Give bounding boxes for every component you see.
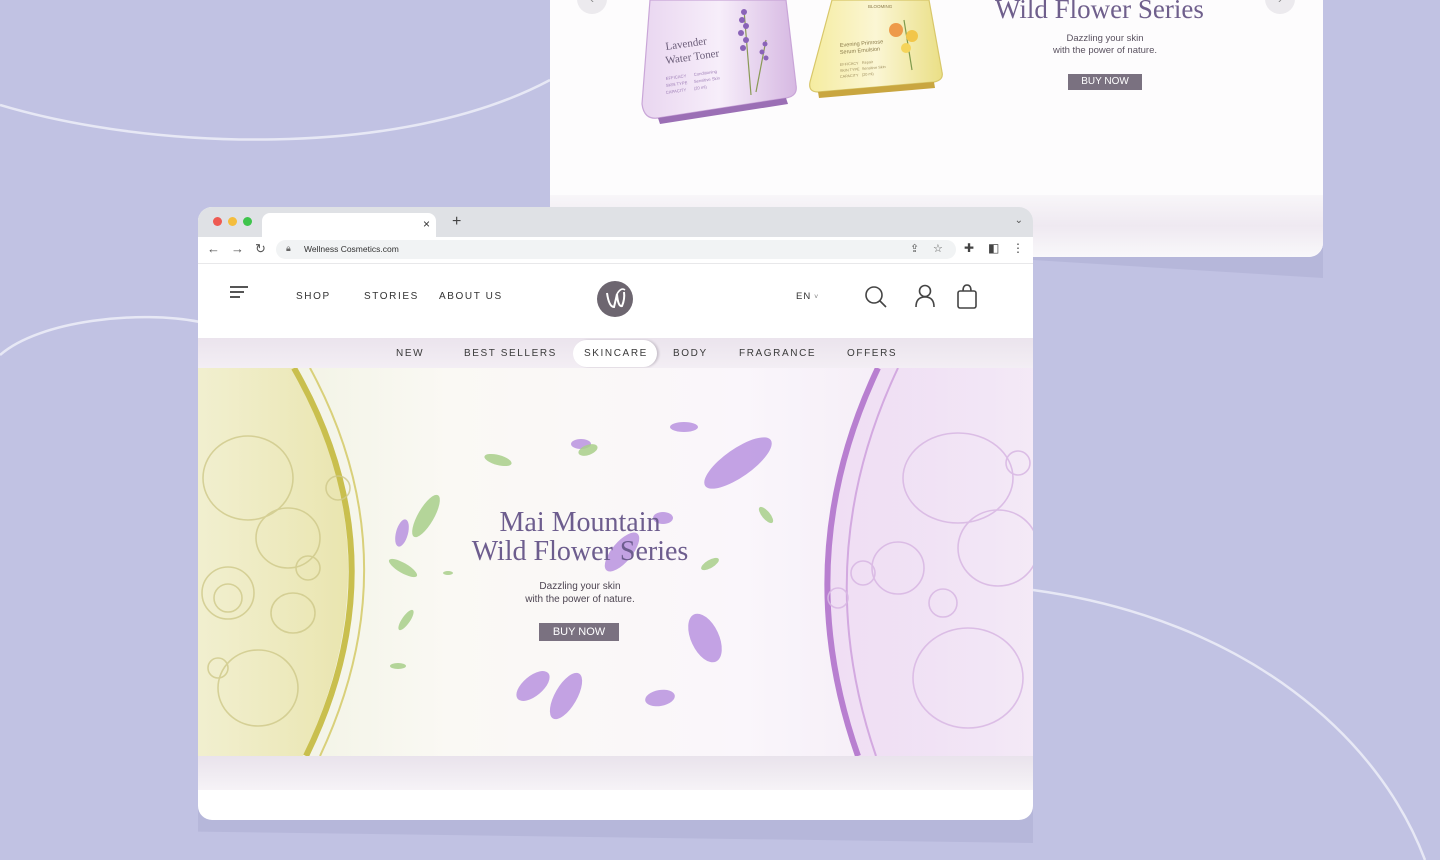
account-user-icon[interactable] [914,284,936,308]
category-new[interactable]: NEW [396,348,424,359]
share-icon[interactable]: ⇪ [910,242,919,255]
category-best-sellers[interactable]: BEST SELLERS [464,348,557,359]
language-label: EN [796,291,812,302]
hamburger-menu-icon[interactable] [230,286,248,300]
tab-bar: × + ⌄ [198,207,1033,237]
back-arrow-icon[interactable]: ← [207,241,220,256]
back-subtitle-line2: with the power of nature. [1052,45,1158,56]
hero-title-line2: Wild Flower Series [471,536,689,567]
hero-subtitle-line1: Dazzling your skin [539,581,621,592]
browser-window: × + ⌄ ← → ↻ 🔒︎ Wellness Cosmetics.com ⇪ … [198,207,1033,820]
url-text: Wellness Cosmetics.com [304,244,399,254]
brand-logo-icon[interactable] [597,281,633,317]
primrose-bottle-image: BLOOMING Evening Primrose Serum Emulsion… [809,0,943,98]
nav-shop-link[interactable]: SHOP [296,291,331,302]
close-window-dot[interactable] [213,217,222,226]
shopping-bag-icon[interactable] [956,284,978,310]
tab-search-chevron-icon[interactable]: ⌄ [1015,215,1023,226]
hero-title-line1: Mai Mountain [499,507,661,538]
address-bar: ← → ↻ 🔒︎ Wellness Cosmetics.com ⇪ ☆ ✚ ◧ … [198,237,1033,264]
category-bar: NEW BEST SELLERS SKINCARE BODY FRAGRANCE… [198,338,1033,368]
hero-floor [198,756,1033,790]
search-icon[interactable] [864,285,888,309]
hero-buy-now-button[interactable]: BUY NOW [539,623,619,641]
lock-icon: 🔒︎ [286,243,291,253]
product2-brand: BLOOMING [868,4,893,9]
back-buy-now-button[interactable]: BUY NOW [1068,74,1142,90]
lavender-bottle-image: Lavender Water Toner EFFICACY SKIN TYPE … [641,0,797,124]
nav-about-link[interactable]: ABOUT US [439,291,503,302]
hero-banner: Mai Mountain Wild Flower Series Dazzling… [198,368,1033,756]
browser-tab[interactable]: × [262,213,436,237]
bookmark-star-icon[interactable]: ☆ [933,242,943,255]
category-skincare[interactable]: SKINCARE [584,348,648,359]
hero-subtitle: Dazzling your skin with the power of nat… [500,580,660,606]
site-header: SHOP STORIES ABOUT US EN ˅ [198,264,1033,338]
side-panel-icon[interactable]: ◧ [988,241,999,255]
nav-stories-link[interactable]: STORIES [364,291,419,302]
language-selector[interactable]: EN ˅ [796,291,819,302]
back-hero-subtitle: Dazzling your skin with the power of nat… [1030,33,1180,57]
maximize-window-dot[interactable] [243,217,252,226]
category-offers[interactable]: OFFERS [847,348,897,359]
reload-icon[interactable]: ↻ [255,241,266,257]
back-subtitle-line1: Dazzling your skin [1066,33,1144,44]
url-field[interactable]: 🔒︎ Wellness Cosmetics.com ⇪ ☆ [276,240,956,259]
new-tab-icon[interactable]: + [452,213,461,231]
minimize-window-dot[interactable] [228,217,237,226]
browser-menu-icon[interactable]: ⋮ [1012,241,1024,255]
hero-title: Mai Mountain Wild Flower Series [460,508,700,566]
hero-subtitle-line2: with the power of nature. [525,594,635,605]
tab-close-icon[interactable]: × [423,217,430,231]
category-body[interactable]: BODY [673,348,708,359]
category-fragrance[interactable]: FRAGRANCE [739,348,816,359]
back-hero-title: Wild Flower Series [995,0,1204,24]
forward-arrow-icon[interactable]: → [231,241,244,256]
extensions-puzzle-icon[interactable]: ✚ [964,241,974,255]
